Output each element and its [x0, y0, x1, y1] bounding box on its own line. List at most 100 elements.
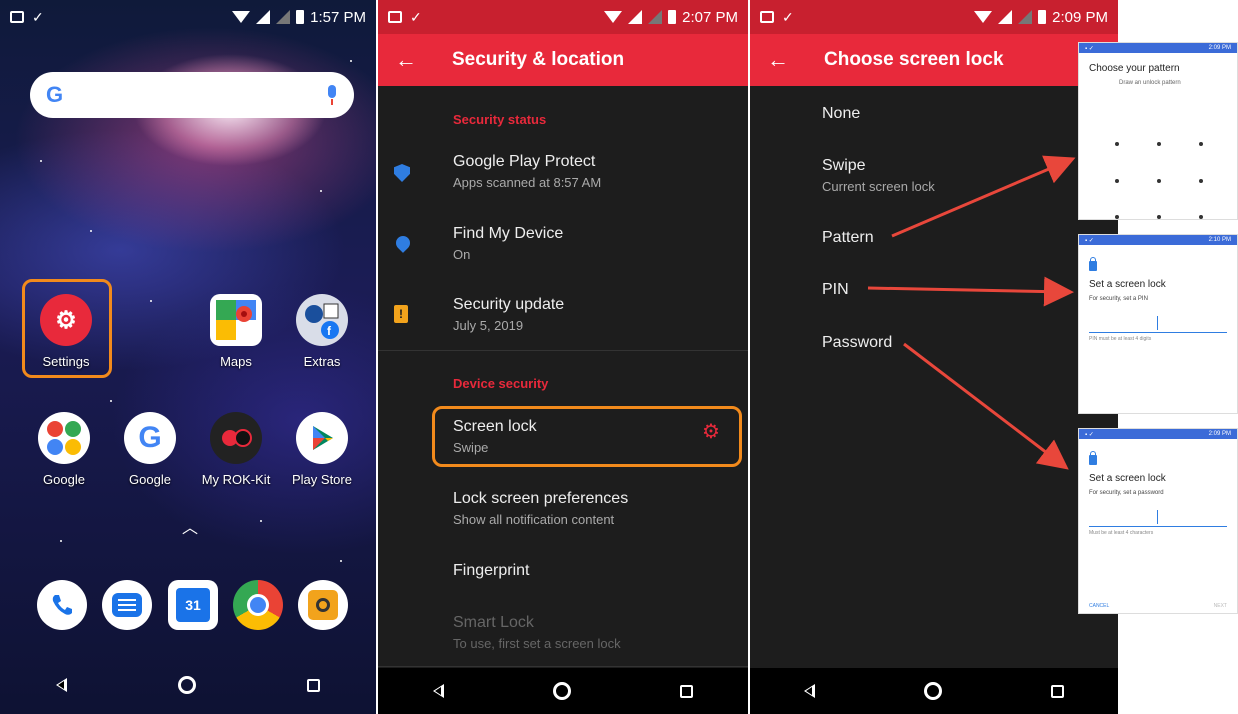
- google-apps-folder-icon: [38, 412, 90, 464]
- app-my-rok-kit[interactable]: My ROK-Kit: [194, 412, 278, 487]
- item-smart-lock: Smart Lock To use, first set a screen lo…: [453, 614, 738, 651]
- app-label: My ROK-Kit: [201, 472, 271, 487]
- item-title: PIN: [822, 281, 849, 298]
- item-title: Fingerprint: [453, 562, 530, 579]
- app-drawer-chevron-icon[interactable]: ︿: [182, 514, 198, 538]
- signal-icon: [998, 10, 1013, 24]
- back-icon[interactable]: [432, 684, 444, 698]
- messages-icon[interactable]: [102, 580, 152, 630]
- app-label: Maps: [220, 354, 252, 369]
- app-settings[interactable]: ⚙ Settings: [24, 294, 108, 369]
- lock-icon: [1089, 257, 1097, 271]
- extras-folder-icon: f: [296, 294, 348, 346]
- item-subtitle: July 5, 2019: [453, 318, 524, 333]
- mini-status-time: 2:10 PM: [1208, 237, 1231, 243]
- home-icon[interactable]: [552, 682, 571, 700]
- pin-input-area: [1079, 302, 1237, 332]
- battery-icon: [296, 10, 305, 24]
- item-find-my-device[interactable]: Find My Device On: [453, 225, 738, 262]
- home-icon[interactable]: [177, 676, 196, 694]
- app-bar: ← Choose screen lock: [750, 34, 1118, 86]
- location-pin-icon: [393, 233, 413, 253]
- image-notification-icon: [388, 11, 402, 23]
- calendar-icon[interactable]: 31: [168, 580, 218, 630]
- recents-icon[interactable]: [680, 684, 694, 698]
- maps-icon: [210, 294, 262, 346]
- app-label: Play Store: [292, 472, 352, 487]
- home-icon[interactable]: [923, 682, 942, 700]
- google-g-icon: G: [124, 412, 176, 464]
- recents-icon[interactable]: [307, 678, 321, 692]
- security-update-alert-icon: !: [394, 305, 408, 323]
- back-icon[interactable]: [55, 678, 67, 692]
- signal-empty-icon: [648, 10, 663, 24]
- rok-kit-icon: [210, 412, 262, 464]
- back-arrow-icon[interactable]: ←: [378, 47, 434, 73]
- item-security-update[interactable]: Security update July 5, 2019: [453, 296, 738, 333]
- item-subtitle: Current screen lock: [822, 179, 935, 194]
- thumb-title: Set a screen lock: [1089, 279, 1166, 290]
- image-notification-icon: [760, 11, 774, 23]
- status-time: 2:09 PM: [1052, 8, 1108, 26]
- google-search-bar[interactable]: G: [30, 72, 354, 118]
- item-title: None: [822, 105, 861, 122]
- download-done-icon: ✓: [410, 9, 422, 25]
- app-maps[interactable]: Maps: [194, 294, 278, 369]
- battery-icon: [668, 10, 677, 24]
- lock-option-pin[interactable]: PIN: [822, 281, 1108, 299]
- pin-setup-thumbnail: ▪ ✓ 2:10 PM Set a screen lock For securit…: [1078, 234, 1238, 414]
- app-bar: ← Security & location: [378, 34, 748, 86]
- download-done-icon: ✓: [782, 9, 794, 25]
- battery-icon: [1038, 10, 1047, 24]
- home-screen: ✓ 1:57 PM G ⚙ Settings Maps f Extras Goo…: [0, 0, 376, 714]
- screen-lock-settings-gear-icon[interactable]: ⚙: [702, 422, 722, 442]
- mic-icon[interactable]: [326, 85, 338, 105]
- app-play-store[interactable]: Play Store: [280, 412, 364, 487]
- item-title: Find My Device: [453, 225, 564, 242]
- lock-option-swipe[interactable]: Swipe Current screen lock: [822, 157, 1108, 194]
- app-google[interactable]: G Google: [108, 412, 192, 487]
- item-fingerprint[interactable]: Fingerprint: [453, 562, 738, 580]
- lock-option-pattern[interactable]: Pattern: [822, 229, 1108, 247]
- pin-input-underline: [1089, 332, 1227, 333]
- item-screen-lock[interactable]: Screen lock Swipe ⚙: [453, 418, 748, 455]
- app-extras-folder[interactable]: f Extras: [280, 294, 364, 369]
- wifi-icon: [604, 11, 623, 23]
- lock-option-password[interactable]: Password: [822, 334, 1108, 352]
- back-arrow-icon[interactable]: ←: [750, 47, 806, 73]
- status-bar: ✓ 2:07 PM: [378, 0, 748, 34]
- back-icon[interactable]: [804, 684, 816, 698]
- item-title: Lock screen preferences: [453, 490, 629, 507]
- app-label: Google: [43, 472, 85, 487]
- recents-icon[interactable]: [1050, 684, 1064, 698]
- next-button: NEXT: [1213, 603, 1227, 609]
- chrome-icon[interactable]: [233, 580, 283, 630]
- thumb-title: Set a screen lock: [1089, 473, 1166, 484]
- signal-empty-icon: [276, 10, 291, 24]
- play-store-icon: [296, 412, 348, 464]
- mini-status-bar: ▪ ✓ 2:09 PM: [1079, 43, 1237, 53]
- mini-status-bar: ▪ ✓ 2:09 PM: [1079, 429, 1237, 439]
- item-title: Pattern: [822, 229, 874, 246]
- page-title: Choose screen lock: [824, 49, 1004, 70]
- wifi-icon: [974, 11, 993, 23]
- signal-icon: [628, 10, 643, 24]
- audio-app-icon[interactable]: [298, 580, 348, 630]
- thumb-subtitle: Draw an unlock pattern: [1119, 80, 1181, 86]
- app-label: Settings: [42, 354, 90, 369]
- status-bar: ✓ 2:09 PM: [750, 0, 1118, 34]
- item-google-play-protect[interactable]: Google Play Protect Apps scanned at 8:57…: [453, 153, 738, 190]
- password-setup-thumbnail: ▪ ✓ 2:09 PM Set a screen lock For securit…: [1078, 428, 1238, 614]
- app-google-folder[interactable]: Google: [22, 412, 106, 487]
- item-lock-screen-preferences[interactable]: Lock screen preferences Show all notific…: [453, 490, 738, 527]
- status-time: 2:07 PM: [682, 8, 738, 26]
- item-subtitle: Apps scanned at 8:57 AM: [453, 175, 602, 190]
- password-input-underline: [1089, 526, 1227, 527]
- phone-icon[interactable]: [37, 580, 87, 630]
- image-notification-icon: [10, 11, 24, 23]
- lock-icon: [1089, 451, 1097, 465]
- signal-empty-icon: [1018, 10, 1033, 24]
- mini-status-time: 2:09 PM: [1208, 431, 1231, 437]
- lock-option-none[interactable]: None: [822, 105, 1108, 123]
- divider: [378, 350, 748, 351]
